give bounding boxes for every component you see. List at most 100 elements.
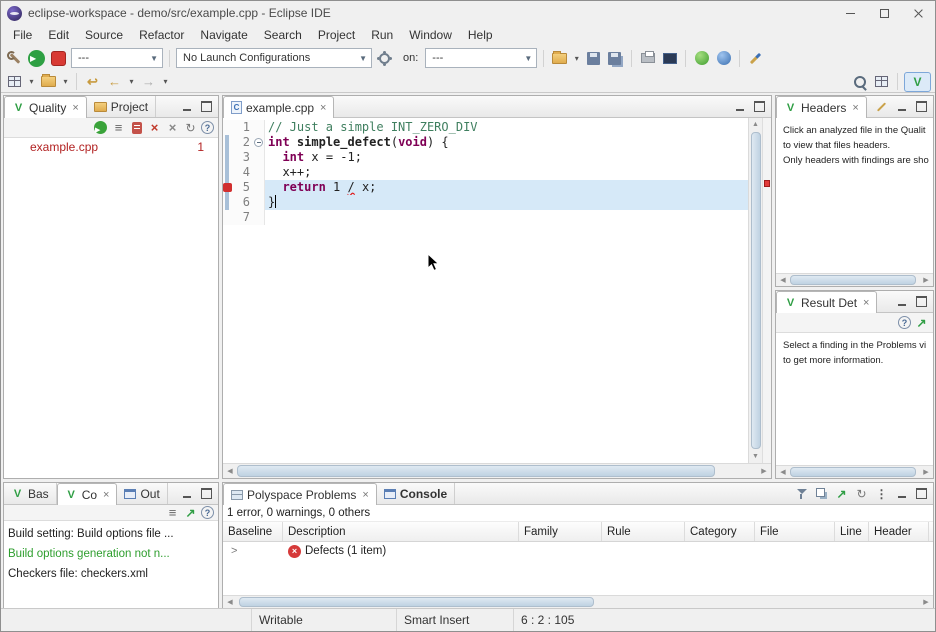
minimize-view-icon[interactable] [179, 99, 194, 114]
column-header-file[interactable]: File [755, 522, 835, 541]
polyspace-configure-icon[interactable] [5, 49, 24, 68]
new-wizard-dropdown-icon[interactable] [572, 54, 581, 63]
quality-tab-project[interactable]: Project [87, 96, 156, 117]
editor-vertical-scrollbar[interactable]: ▲ ▼ [748, 118, 762, 463]
forward-icon[interactable] [139, 72, 158, 91]
build-tab-co[interactable]: Co [57, 483, 118, 505]
debug-history-icon[interactable] [41, 76, 56, 87]
code-line[interactable]: 2int simple_defect(void) { [223, 135, 748, 150]
save-icon[interactable] [587, 52, 600, 65]
run-history-icon[interactable] [8, 76, 21, 87]
headers-horizontal-scrollbar[interactable]: ◀ ▶ [776, 273, 933, 286]
minimize-view-icon[interactable] [732, 99, 747, 114]
column-header-rule[interactable]: Rule [602, 522, 685, 541]
minimize-view-icon[interactable] [894, 486, 909, 501]
maximize-view-icon[interactable] [199, 486, 214, 501]
scroll-right-icon[interactable]: ▶ [757, 464, 771, 478]
maximize-button[interactable] [867, 1, 901, 25]
insert-mode-status[interactable]: Smart Insert [396, 609, 513, 631]
minimize-view-icon[interactable] [894, 99, 909, 114]
scroll-right-icon[interactable]: ▶ [919, 274, 933, 286]
code-area[interactable]: 1// Just a simple INT_ZERO_DIV2int simpl… [223, 118, 748, 463]
column-header-line[interactable]: Line [835, 522, 869, 541]
problems-tab-console[interactable]: Console [377, 483, 455, 504]
run-analysis-icon[interactable] [28, 50, 45, 67]
menu-project[interactable]: Project [310, 26, 363, 44]
error-marker-icon[interactable] [223, 183, 232, 192]
close-icon[interactable] [101, 489, 109, 501]
close-icon[interactable] [318, 102, 326, 114]
view-menu-icon[interactable] [874, 486, 889, 501]
title-bar[interactable]: eclipse-workspace - demo/src/example.cpp… [1, 1, 935, 25]
menu-refactor[interactable]: Refactor [131, 26, 192, 44]
print-icon[interactable] [641, 53, 655, 63]
maximize-view-icon[interactable] [914, 99, 929, 114]
error-overview-marker[interactable] [764, 180, 770, 187]
scroll-right-icon[interactable]: ▶ [919, 466, 933, 478]
help-icon[interactable] [898, 316, 911, 329]
build-tab-bas[interactable]: Bas [4, 483, 57, 504]
scroll-right-icon[interactable]: ▶ [919, 596, 933, 608]
scrollbar-thumb[interactable] [790, 467, 916, 477]
column-header-family[interactable]: Family [519, 522, 602, 541]
export-icon[interactable] [834, 486, 849, 501]
save-all-icon[interactable] [608, 52, 621, 65]
debug-history-dropdown-icon[interactable] [61, 77, 70, 86]
forward-history-dropdown-icon[interactable] [161, 77, 170, 86]
run-analysis-icon[interactable] [94, 121, 107, 134]
refresh-icon[interactable] [854, 486, 869, 501]
export-icon[interactable] [183, 505, 198, 520]
code-line[interactable]: 1// Just a simple INT_ZERO_DIV [223, 120, 748, 135]
last-edit-location-icon[interactable] [83, 72, 102, 91]
close-icon[interactable] [70, 102, 78, 114]
problems-tab-polyspace-problems[interactable]: Polyspace Problems [223, 483, 377, 505]
scroll-left-icon[interactable]: ◀ [223, 464, 237, 478]
column-header-description[interactable]: Description [283, 522, 519, 541]
headers-tab-headers[interactable]: Headers [776, 96, 867, 118]
maximize-view-icon[interactable] [752, 99, 767, 114]
build-tab-out[interactable]: Out [117, 483, 167, 504]
flat-layout-icon[interactable] [111, 120, 126, 135]
editor-horizontal-scrollbar[interactable]: ◀ ▶ [223, 463, 771, 478]
scrollbar-thumb[interactable] [237, 465, 715, 477]
code-line[interactable]: 5 return 1 / x; [223, 180, 748, 195]
problems-horizontal-scrollbar[interactable]: ◀ ▶ [223, 595, 933, 608]
group-by-icon[interactable] [816, 488, 825, 497]
scroll-down-icon[interactable]: ▼ [749, 450, 762, 463]
scroll-left-icon[interactable]: ◀ [776, 466, 790, 478]
polyspace-perspective-button[interactable]: V [904, 72, 931, 92]
quality-file-row[interactable]: example.cpp 1 [4, 138, 218, 156]
maximize-view-icon[interactable] [914, 294, 929, 309]
maximize-view-icon[interactable] [914, 486, 929, 501]
code-line[interactable]: 7 [223, 210, 748, 225]
annotate-pencil-icon[interactable] [746, 49, 765, 68]
scrollbar-track[interactable] [237, 464, 757, 478]
scroll-left-icon[interactable]: ◀ [223, 596, 237, 608]
code-line[interactable]: 3 int x = -1; [223, 150, 748, 165]
column-header-category[interactable]: Category [685, 522, 755, 541]
new-wizard-icon[interactable] [552, 53, 567, 64]
open-report-icon[interactable] [132, 122, 142, 134]
menu-source[interactable]: Source [77, 26, 131, 44]
result-horizontal-scrollbar[interactable]: ◀ ▶ [776, 465, 933, 478]
column-header-header[interactable]: Header [869, 522, 929, 541]
problems-row[interactable]: Defects (1 item) [223, 542, 933, 560]
scrollbar-track[interactable] [790, 466, 919, 478]
open-perspective-icon[interactable] [875, 76, 888, 87]
edit-icon[interactable] [874, 99, 889, 114]
quality-tab-quality[interactable]: Quality [4, 96, 87, 118]
close-icon[interactable] [360, 489, 368, 501]
delete-results-icon[interactable] [147, 120, 162, 135]
close-button[interactable] [901, 1, 935, 25]
back-history-dropdown-icon[interactable] [127, 77, 136, 86]
menu-navigate[interactable]: Navigate [192, 26, 255, 44]
result-tab-result-det[interactable]: Result Det [776, 291, 877, 313]
clear-icon[interactable] [165, 120, 180, 135]
code-line[interactable]: 6} [223, 195, 748, 210]
menu-edit[interactable]: Edit [40, 26, 77, 44]
scrollbar-thumb[interactable] [239, 597, 594, 607]
back-icon[interactable] [105, 72, 124, 91]
menu-window[interactable]: Window [401, 26, 460, 44]
scroll-left-icon[interactable]: ◀ [776, 274, 790, 286]
caret-position-status[interactable]: 6 : 2 : 105 [513, 609, 633, 631]
